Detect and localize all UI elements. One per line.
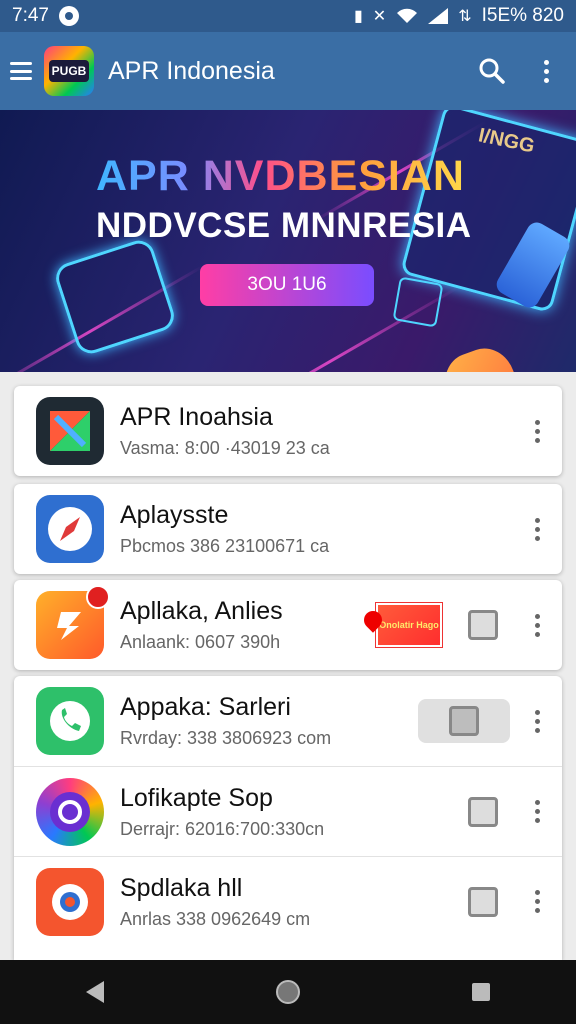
more-options-button[interactable] <box>522 709 552 733</box>
camera-app-icon <box>36 867 104 936</box>
app-name: Appaka: Sarleri <box>120 693 291 721</box>
more-vert-icon <box>534 613 540 637</box>
action-button-highlighted[interactable] <box>418 699 510 743</box>
app-icon <box>36 585 110 659</box>
promo-badge-image: Onolatir Hago <box>360 603 442 647</box>
hand-illustration <box>436 340 530 372</box>
recent-apps-icon[interactable] <box>472 983 490 1001</box>
search-icon <box>479 58 505 84</box>
app-name: Spdlaka hll <box>120 873 243 902</box>
signal-icon <box>428 8 449 24</box>
app-bar: PUGB APR Indonesia <box>0 32 576 110</box>
app-meta: Anrlas 338 0962649 cm <box>120 908 311 929</box>
compass-app-icon <box>36 495 104 563</box>
list-item[interactable]: APR Inoahsia Vasma: 8:00 ·43019 23 ca <box>14 386 562 476</box>
promo-banner[interactable]: I/NGG APR NVDBESIAN NDDVCSE MNNRESIA 3OU… <box>0 110 576 372</box>
notification-badge <box>86 585 110 609</box>
more-options-button[interactable] <box>522 613 552 637</box>
app-meta: Vasma: 8:00 ·43019 23 ca <box>120 438 330 458</box>
more-vert-icon <box>534 419 540 443</box>
status-time: 7:47 <box>12 5 49 26</box>
app-icon <box>36 777 104 846</box>
search-button[interactable] <box>472 51 512 91</box>
app-meta: Anlaank: 0607 390h <box>120 632 281 652</box>
action-button[interactable] <box>468 886 498 917</box>
app-name: Lofikapte Sop <box>120 783 273 812</box>
phone-app-icon <box>36 687 104 755</box>
app-title: APR Indonesia <box>108 56 275 85</box>
data-icon: ⇅ <box>458 8 472 25</box>
action-button[interactable] <box>468 796 498 827</box>
more-vert-icon <box>534 709 540 733</box>
app-meta: Pbcmos 386 23100671 ca <box>120 536 330 556</box>
app-card[interactable]: Apllaka, Anlies Anlaank: 0607 390h Onola… <box>14 580 562 670</box>
more-options-button[interactable] <box>522 890 552 913</box>
play-icon <box>449 706 479 736</box>
status-bar: 7:47 ▮ ✕ ⇅ I5E% 820 <box>0 0 576 32</box>
app-meta: Derrajr: 62016:700:330cn <box>120 818 325 839</box>
more-vert-icon <box>534 890 540 913</box>
app-list-card: Appaka: Sarleri Rvrday: 338 3806923 com … <box>14 676 562 960</box>
menu-icon[interactable] <box>10 62 32 80</box>
app-name: Apllaka, Anlies <box>120 597 283 625</box>
banner-subtitle: NDDVCSE MNNRESIA <box>96 206 472 245</box>
overflow-menu-button[interactable] <box>526 51 566 91</box>
banner-cta-button[interactable]: 3OU 1U6 <box>200 264 374 306</box>
list-item[interactable]: Spdlaka hll Anrlas 338 0962649 cm <box>14 856 562 946</box>
home-icon[interactable] <box>276 980 300 1004</box>
list-item[interactable]: Aplaysste Pbcmos 386 23100671 ca <box>14 484 562 574</box>
list-item[interactable]: Lofikapte Sop Derrajr: 62016:700:330cn <box>14 766 562 856</box>
more-options-button[interactable] <box>522 419 552 443</box>
list-item[interactable]: Apllaka, Anlies Anlaank: 0607 390h Onola… <box>14 580 562 670</box>
back-icon[interactable] <box>86 981 104 1003</box>
app-icon <box>36 397 104 465</box>
more-options-button[interactable] <box>522 517 552 541</box>
app-name: APR Inoahsia <box>120 403 273 431</box>
app-logo-text: PUGB <box>48 60 90 82</box>
phone-illustration <box>392 276 444 328</box>
battery-text: I5E% 820 <box>481 5 564 26</box>
promo-badge-text: Onolatir Hago <box>379 620 439 630</box>
nfc-icon: ✕ <box>372 8 387 25</box>
list-item[interactable]: Appaka: Sarleri Rvrday: 338 3806923 com <box>14 676 562 766</box>
banner-title: APR NVDBESIAN <box>96 152 465 200</box>
more-vert-icon <box>534 800 540 823</box>
app-logo: PUGB <box>44 46 94 96</box>
app-meta: Rvrday: 338 3806923 com <box>120 728 332 748</box>
app-name: Aplaysste <box>120 501 229 529</box>
more-vert-icon <box>543 59 549 83</box>
app-card[interactable]: Aplaysste Pbcmos 386 23100671 ca <box>14 484 562 574</box>
notification-icon <box>58 6 79 26</box>
vibrate-icon: ▮ <box>353 8 363 25</box>
system-nav-bar <box>0 960 576 1024</box>
wifi-icon <box>397 8 418 23</box>
more-options-button[interactable] <box>522 800 552 823</box>
action-button[interactable] <box>468 610 498 640</box>
app-card[interactable]: APR Inoahsia Vasma: 8:00 ·43019 23 ca <box>14 386 562 476</box>
more-vert-icon <box>534 517 540 541</box>
